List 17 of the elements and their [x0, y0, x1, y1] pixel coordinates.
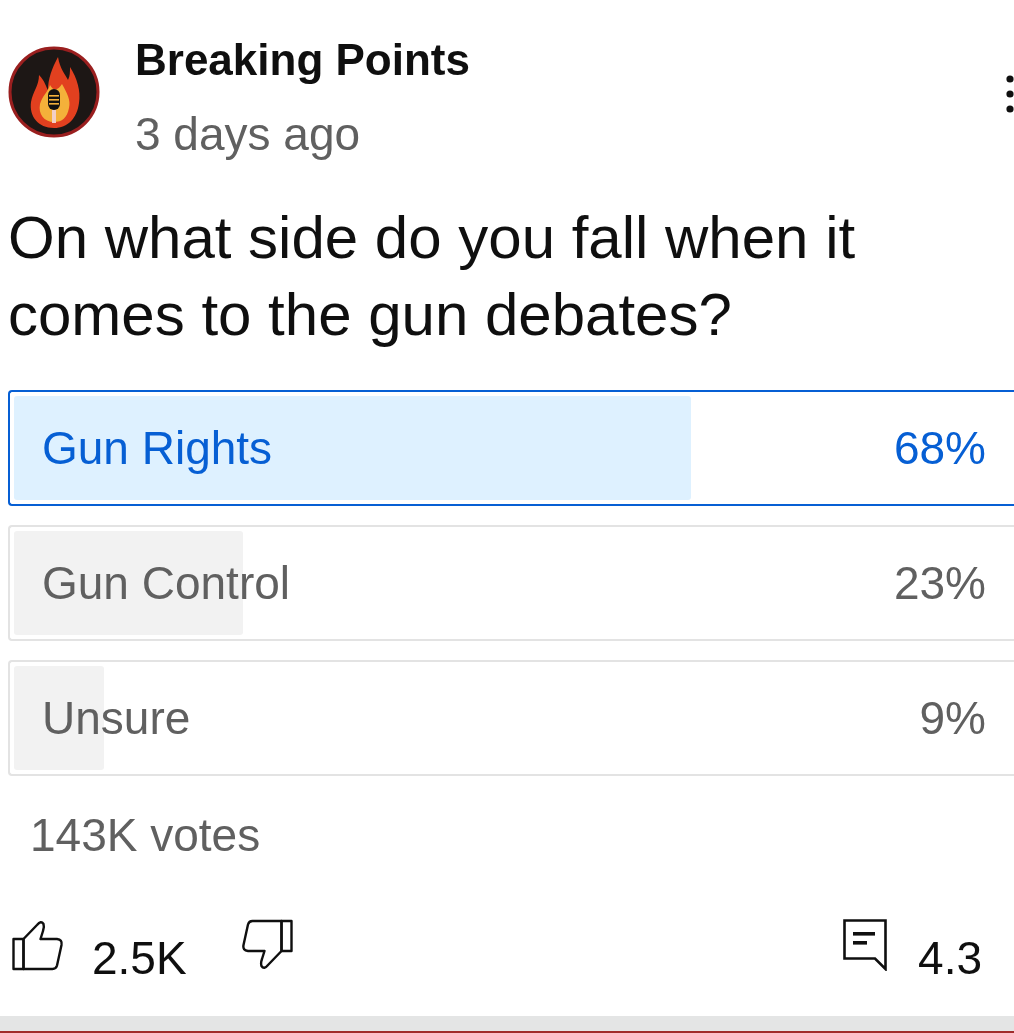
- like-button[interactable]: 2.5K: [12, 919, 187, 984]
- comment-button[interactable]: 4.3: [843, 919, 982, 984]
- vote-percent: 68%: [893, 421, 986, 475]
- vote-percent: 9%: [919, 691, 986, 745]
- vote-percent: 23%: [893, 556, 986, 610]
- vote-count: 143K votes: [29, 809, 262, 861]
- comment-icon: [843, 919, 888, 971]
- thumbs-down-icon[interactable]: [240, 919, 293, 971]
- poll-question: On what side do you fall when it comes to the gun debates?: [7, 203, 857, 350]
- poll-option[interactable]: Unsure 9%: [8, 660, 1014, 776]
- poll-option[interactable]: Gun Rights 68%: [8, 390, 1014, 506]
- poll-option[interactable]: Gun Control 23%: [8, 525, 1014, 641]
- more-menu-icon[interactable]: [1006, 75, 1014, 113]
- thumbs-up-icon: [12, 919, 64, 971]
- post-time: 3 days ago: [135, 108, 362, 160]
- channel-name[interactable]: Breaking Points: [135, 34, 470, 86]
- flame-microphone-icon[interactable]: [8, 46, 100, 138]
